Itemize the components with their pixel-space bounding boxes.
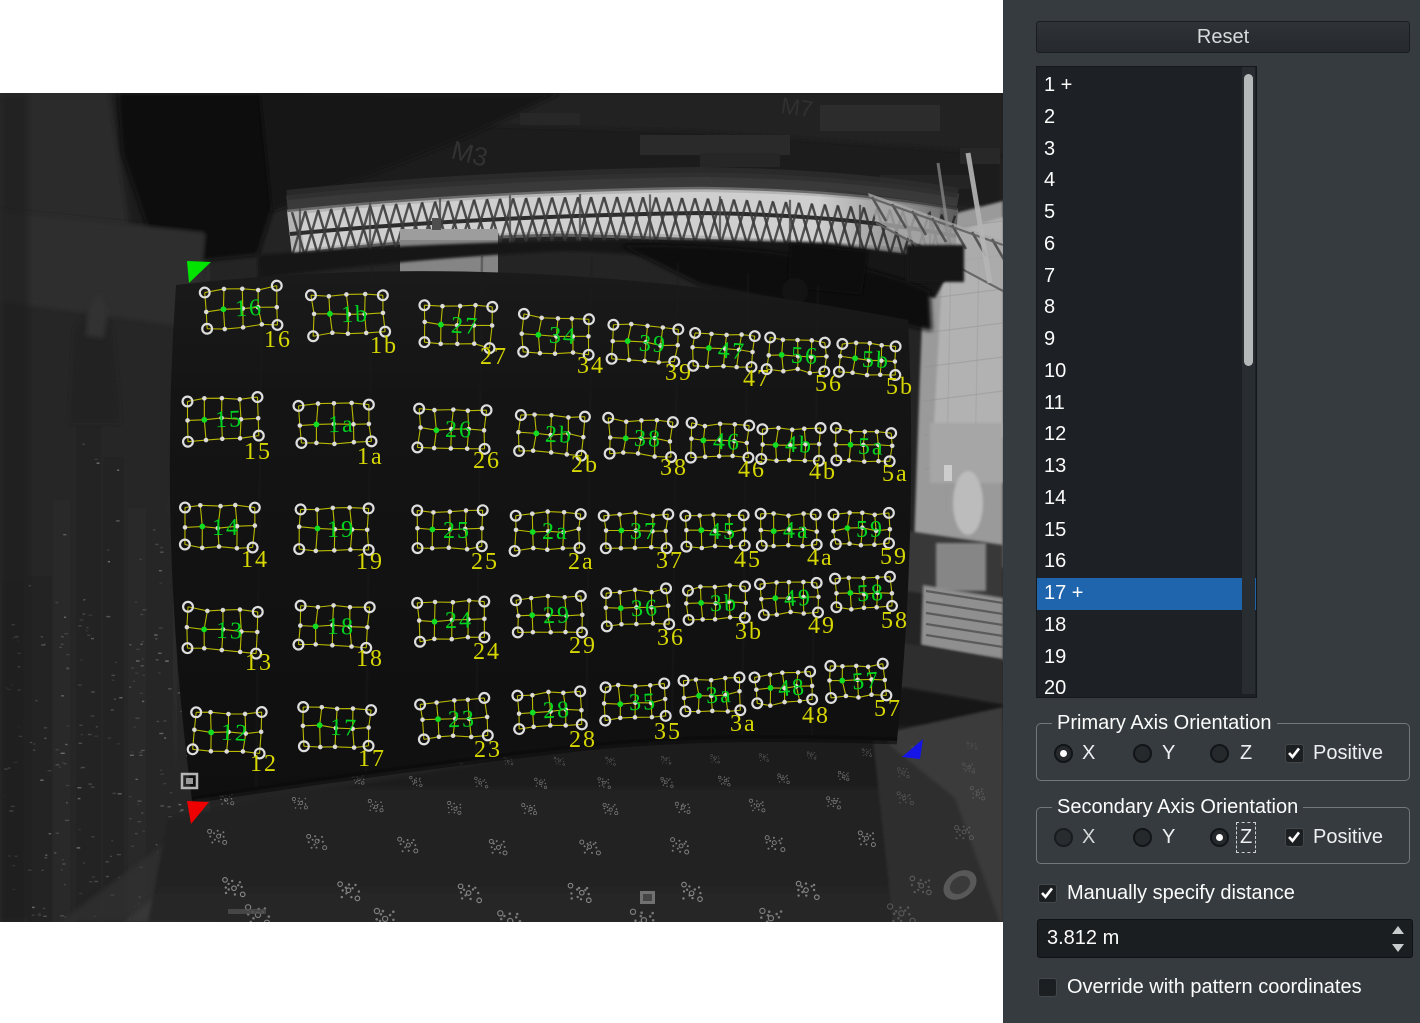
svg-text:13: 13 [216, 618, 245, 645]
svg-text:46: 46 [738, 457, 766, 483]
svg-text:3b: 3b [735, 619, 763, 645]
svg-text:5a: 5a [882, 461, 909, 487]
svg-text:13: 13 [245, 650, 273, 676]
svg-text:24: 24 [445, 608, 473, 634]
svg-text:38: 38 [660, 455, 688, 481]
svg-text:17: 17 [358, 746, 386, 772]
svg-text:5a: 5a [858, 434, 886, 461]
svg-text:48: 48 [777, 674, 807, 702]
svg-text:18: 18 [356, 646, 384, 672]
svg-text:49: 49 [783, 585, 812, 612]
svg-text:26: 26 [473, 448, 501, 474]
svg-text:57: 57 [851, 667, 881, 695]
svg-text:35: 35 [628, 689, 657, 716]
svg-text:23: 23 [474, 737, 502, 763]
svg-text:17: 17 [330, 715, 359, 742]
svg-text:2b: 2b [571, 452, 599, 478]
svg-text:48: 48 [802, 703, 830, 729]
svg-text:39: 39 [638, 331, 668, 359]
svg-text:4b: 4b [785, 432, 814, 459]
svg-text:12: 12 [220, 720, 249, 747]
svg-text:59: 59 [880, 544, 908, 570]
svg-text:3a: 3a [730, 711, 757, 737]
svg-text:5b: 5b [886, 374, 914, 400]
svg-text:4a: 4a [807, 545, 834, 571]
svg-text:37: 37 [656, 548, 684, 574]
svg-text:47: 47 [743, 366, 771, 392]
svg-text:57: 57 [874, 696, 902, 722]
svg-text:29: 29 [543, 602, 572, 629]
svg-text:1a: 1a [328, 412, 355, 438]
svg-text:2b: 2b [545, 422, 574, 449]
svg-text:56: 56 [815, 371, 843, 397]
svg-text:18: 18 [327, 614, 355, 640]
svg-text:35: 35 [654, 719, 682, 745]
svg-text:14: 14 [212, 515, 240, 541]
svg-text:47: 47 [717, 338, 747, 366]
svg-text:23: 23 [448, 706, 477, 733]
svg-text:49: 49 [808, 613, 836, 639]
svg-text:58: 58 [881, 608, 909, 634]
svg-text:16: 16 [264, 327, 292, 353]
svg-text:29: 29 [569, 633, 597, 659]
svg-text:3b: 3b [710, 590, 739, 617]
svg-text:5b: 5b [861, 347, 890, 374]
svg-text:1a: 1a [357, 444, 384, 470]
svg-text:45: 45 [709, 519, 737, 545]
svg-text:3a: 3a [705, 682, 733, 709]
svg-text:2a: 2a [542, 519, 569, 545]
svg-text:46: 46 [713, 429, 742, 456]
svg-text:36: 36 [631, 595, 660, 622]
svg-text:36: 36 [657, 625, 685, 651]
svg-text:4a: 4a [783, 518, 810, 544]
svg-text:16: 16 [234, 295, 263, 322]
svg-text:27: 27 [480, 344, 508, 370]
svg-text:1b: 1b [370, 333, 398, 359]
svg-text:56: 56 [790, 343, 819, 370]
svg-text:M7: M7 [779, 93, 814, 122]
svg-text:28: 28 [542, 697, 571, 724]
svg-text:27: 27 [450, 313, 479, 340]
svg-text:14: 14 [241, 547, 269, 573]
svg-text:19: 19 [327, 517, 355, 543]
svg-text:34: 34 [548, 323, 577, 350]
svg-text:37: 37 [630, 519, 658, 545]
svg-text:25: 25 [471, 549, 499, 575]
svg-text:1b: 1b [341, 301, 370, 328]
svg-text:58: 58 [856, 580, 885, 607]
svg-text:15: 15 [215, 406, 244, 433]
svg-text:38: 38 [634, 426, 663, 453]
svg-text:19: 19 [356, 549, 384, 575]
svg-text:34: 34 [577, 353, 605, 379]
svg-text:26: 26 [445, 417, 473, 443]
svg-text:12: 12 [250, 751, 278, 777]
svg-text:25: 25 [443, 518, 471, 544]
svg-text:59: 59 [856, 517, 884, 543]
svg-text:2a: 2a [568, 549, 595, 575]
svg-text:45: 45 [734, 547, 762, 573]
svg-text:24: 24 [473, 639, 501, 665]
svg-text:15: 15 [244, 439, 272, 465]
svg-text:28: 28 [569, 727, 597, 753]
